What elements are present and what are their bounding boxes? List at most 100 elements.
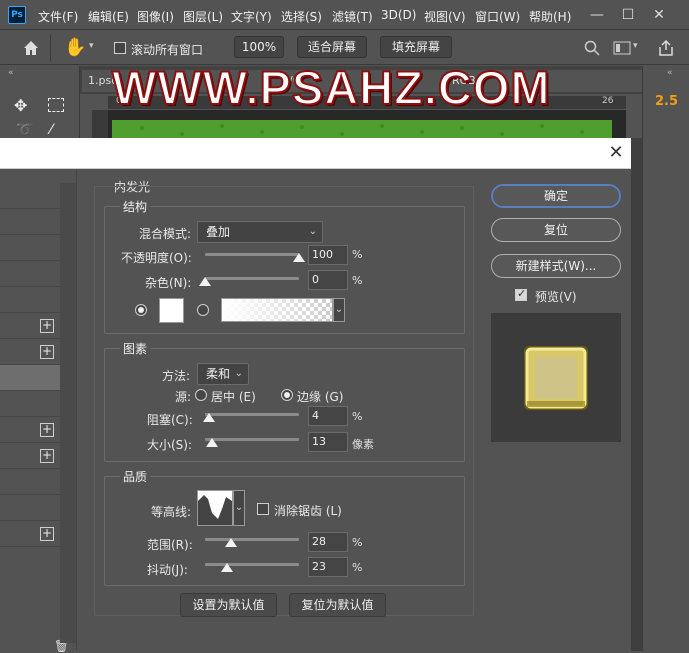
add-icon[interactable]: +: [40, 319, 54, 333]
menu-type[interactable]: 文字(Y): [231, 8, 272, 25]
noise-slider-thumb[interactable]: [199, 277, 211, 286]
magic-wand-tool-icon[interactable]: ⁄: [50, 122, 52, 138]
maximize-icon[interactable]: ☐: [617, 4, 639, 26]
choke-slider-track[interactable]: [205, 413, 299, 416]
glow-color-swatch[interactable]: [159, 298, 184, 323]
style-list-item-selected[interactable]: [0, 365, 60, 391]
minimize-icon[interactable]: —: [586, 4, 608, 26]
right-panel-strip: «: [642, 66, 689, 651]
site-watermark: WWW.PSAHZ.COM: [111, 60, 551, 115]
lasso-tool-icon[interactable]: ➰: [16, 122, 33, 138]
gradient-radio[interactable]: [197, 304, 209, 316]
reset-default-button[interactable]: 复位为默认值: [289, 593, 386, 617]
home-icon[interactable]: [22, 39, 40, 57]
fill-screen-button[interactable]: 填充屏幕: [380, 36, 452, 58]
share-icon[interactable]: [657, 39, 675, 57]
menu-view[interactable]: 视图(V): [424, 8, 466, 25]
workspace-chevron-icon[interactable]: ▾: [633, 41, 638, 51]
menu-help[interactable]: 帮助(H): [529, 8, 571, 25]
new-style-button[interactable]: 新建样式(W)...: [491, 254, 621, 278]
jitter-slider-thumb[interactable]: [220, 563, 233, 572]
menu-file[interactable]: 文件(F): [38, 8, 78, 25]
contour-chevron-icon[interactable]: ⌄: [233, 490, 245, 526]
style-list-item[interactable]: [0, 261, 60, 287]
add-icon[interactable]: +: [40, 345, 54, 359]
blend-mode-value: 叠加: [206, 225, 231, 239]
zoom-100-button[interactable]: 100%: [234, 36, 284, 58]
menu-edit[interactable]: 编辑(E): [88, 8, 129, 25]
menu-select[interactable]: 选择(S): [281, 8, 322, 25]
style-list-item[interactable]: +: [0, 417, 60, 443]
add-icon[interactable]: +: [40, 527, 54, 541]
blend-mode-select[interactable]: 叠加 ⌄: [197, 221, 323, 243]
style-list-item[interactable]: [0, 209, 60, 235]
opacity-input[interactable]: 100: [308, 245, 348, 265]
dialog-edge: [631, 138, 642, 651]
marquee-tool-icon[interactable]: [48, 98, 64, 112]
percent-unit: %: [352, 561, 363, 574]
size-slider-track[interactable]: [205, 438, 299, 441]
style-list-item[interactable]: +: [0, 313, 60, 339]
style-list-item[interactable]: [0, 495, 60, 521]
source-center-radio[interactable]: [195, 389, 207, 401]
style-list-item[interactable]: +: [0, 443, 60, 469]
solid-color-radio[interactable]: [135, 304, 147, 316]
chevron-down-icon[interactable]: ▾: [89, 41, 94, 51]
antialias-checkbox[interactable]: [257, 503, 269, 515]
size-label: 大小(S):: [147, 438, 193, 452]
size-slider-thumb[interactable]: [205, 438, 218, 447]
choke-slider-thumb[interactable]: [202, 413, 215, 422]
menu-window[interactable]: 窗口(W): [475, 8, 520, 25]
jitter-slider-track[interactable]: [205, 563, 299, 566]
style-list-item[interactable]: [0, 391, 60, 417]
style-list-item[interactable]: [0, 183, 60, 209]
reset-button[interactable]: 复位: [491, 218, 621, 242]
close-icon[interactable]: ✕: [605, 142, 627, 164]
canvas-dots: [140, 124, 584, 136]
add-icon[interactable]: +: [40, 449, 54, 463]
menu-3d[interactable]: 3D(D): [381, 8, 416, 22]
contour-preview[interactable]: [197, 490, 233, 526]
choke-input[interactable]: 4: [308, 406, 348, 426]
opacity-slider-thumb[interactable]: [293, 253, 305, 262]
range-slider-track[interactable]: [205, 538, 299, 541]
range-input[interactable]: 28: [308, 532, 348, 552]
scroll-all-checkbox[interactable]: [114, 42, 126, 54]
collapse-icon[interactable]: «: [8, 68, 14, 78]
preview-swatch-image: [524, 346, 588, 410]
move-tool-icon[interactable]: ✥: [14, 96, 27, 115]
jitter-input[interactable]: 23: [308, 557, 348, 577]
close-window-icon[interactable]: ✕: [648, 4, 670, 26]
expand-icon[interactable]: «: [667, 68, 673, 78]
workspace-icon[interactable]: [613, 41, 631, 55]
noise-input[interactable]: 0: [308, 270, 348, 290]
preview-checkbox[interactable]: [515, 287, 527, 301]
choke-label: 阻塞(C):: [147, 413, 193, 427]
noise-label: 杂色(N):: [145, 276, 192, 290]
gradient-swatch[interactable]: [221, 298, 333, 322]
ok-button[interactable]: 确定: [491, 184, 621, 208]
style-list-item[interactable]: [0, 469, 60, 495]
style-list-item[interactable]: +: [0, 339, 60, 365]
menu-layer[interactable]: 图层(L): [183, 8, 223, 25]
set-default-button[interactable]: 设置为默认值: [180, 593, 277, 617]
style-list-item[interactable]: [0, 235, 60, 261]
gradient-chevron-icon[interactable]: ⌄: [333, 298, 345, 322]
style-list-item[interactable]: +: [0, 521, 60, 547]
hand-tool-icon[interactable]: ✋: [64, 37, 86, 58]
noise-slider-track[interactable]: [205, 277, 299, 280]
add-icon[interactable]: +: [40, 423, 54, 437]
range-slider-thumb[interactable]: [225, 538, 238, 547]
menu-filter[interactable]: 滤镜(T): [332, 8, 373, 25]
contour-label: 等高线:: [151, 505, 192, 519]
method-select[interactable]: 柔和 ⌄: [197, 363, 249, 385]
style-list-item[interactable]: [0, 287, 60, 313]
opacity-slider-track[interactable]: [205, 253, 299, 256]
quality-title: 品质: [120, 468, 151, 485]
search-icon[interactable]: [584, 40, 600, 56]
style-list-scrollbar[interactable]: [60, 183, 76, 643]
source-edge-radio[interactable]: [281, 389, 293, 401]
fit-screen-button[interactable]: 适合屏幕: [297, 36, 367, 58]
size-input[interactable]: 13: [308, 432, 348, 452]
menu-image[interactable]: 图像(I): [137, 8, 174, 25]
